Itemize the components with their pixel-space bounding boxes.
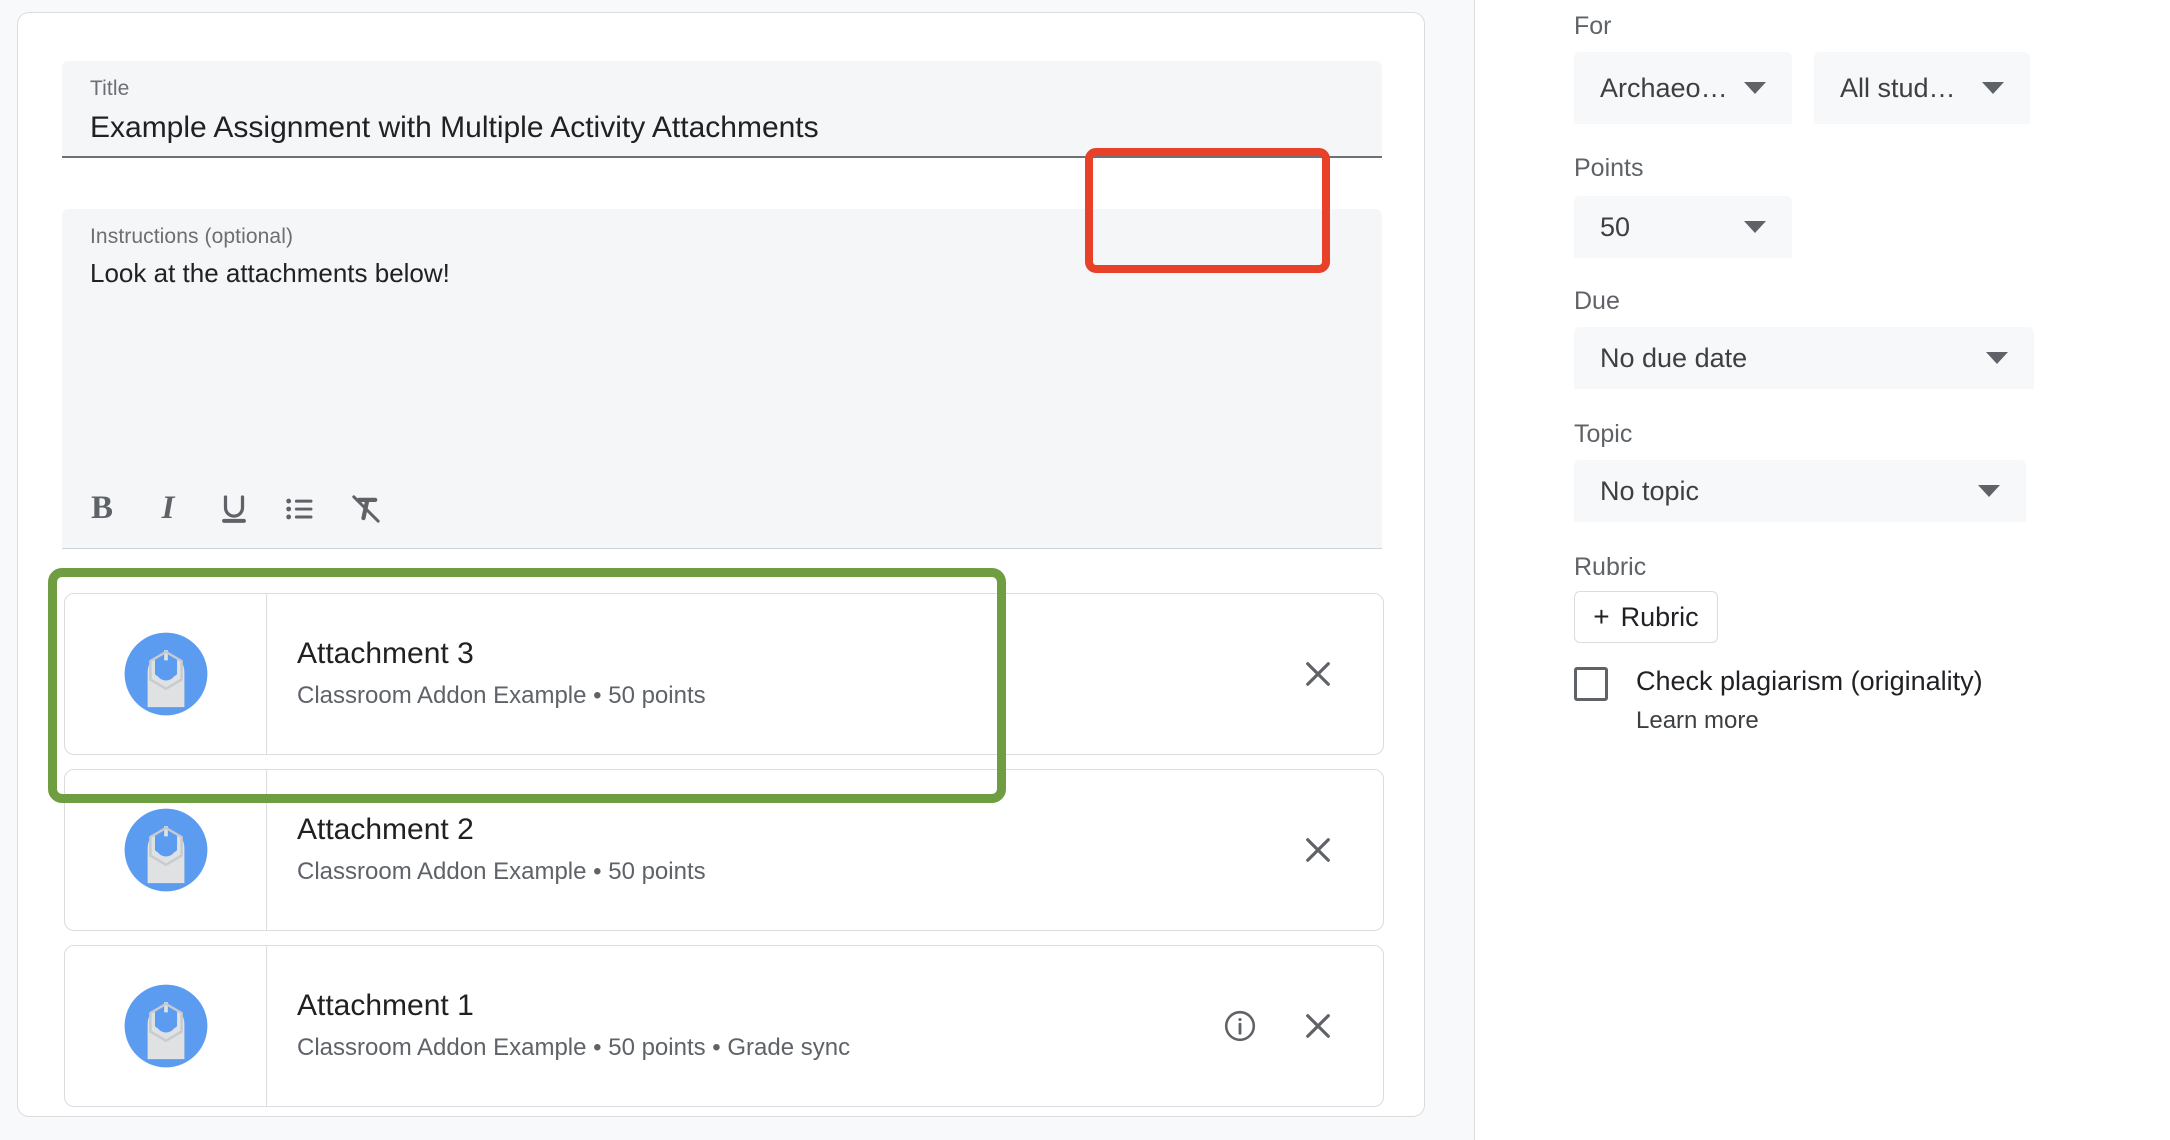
instructions-field[interactable]: Instructions (optional) Look at the atta… (62, 209, 1382, 469)
due-date-select[interactable]: No due date (1574, 327, 2034, 389)
assignment-form-card: Title Example Assignment with Multiple A… (17, 12, 1425, 1117)
course-select[interactable]: Archaeology … (1574, 52, 1792, 124)
attachment-card[interactable]: Attachment 1 Classroom Addon Example • 5… (64, 945, 1384, 1107)
attachment-thumbnail (65, 946, 267, 1106)
attachment-subtitle: Classroom Addon Example • 50 points (297, 681, 706, 709)
attachment-title: Attachment 1 (297, 989, 474, 1023)
attachment-subtitle: Classroom Addon Example • 50 points (297, 857, 706, 885)
chevron-down-icon (1982, 82, 2004, 94)
underline-icon[interactable] (206, 481, 262, 537)
topic-label: Topic (1574, 420, 1633, 448)
attachment-actions (1291, 770, 1383, 930)
assignment-editor-screen: Title Example Assignment with Multiple A… (0, 0, 2170, 1140)
classroom-addon-icon (124, 984, 207, 1068)
attachment-card[interactable]: Attachment 3 Classroom Addon Example • 5… (64, 593, 1384, 755)
check-plagiarism-label: Check plagiarism (originality) (1636, 666, 1983, 696)
title-label: Title (90, 77, 130, 100)
assignment-left-pane: Title Example Assignment with Multiple A… (0, 0, 1474, 1140)
attachment-title: Attachment 3 (297, 637, 474, 671)
attachment-info: Attachment 1 Classroom Addon Example • 5… (267, 946, 1213, 1106)
formatting-toolbar: B I (62, 469, 1382, 549)
attachment-card[interactable]: Attachment 2 Classroom Addon Example • 5… (64, 769, 1384, 931)
chevron-down-icon (1744, 221, 1766, 233)
attachment-actions (1291, 594, 1383, 754)
attachment-thumbnail (65, 770, 267, 930)
points-label: Points (1574, 154, 1644, 182)
for-label: For (1574, 12, 1612, 40)
attachment-info-icon[interactable] (1213, 999, 1267, 1053)
rubric-label: Rubric (1574, 553, 1647, 581)
topic-select-value: No topic (1600, 475, 1700, 506)
course-select-value: Archaeology … (1600, 72, 1730, 103)
attachment-list: Attachment 3 Classroom Addon Example • 5… (64, 593, 1384, 1107)
title-input[interactable]: Example Assignment with Multiple Activit… (90, 106, 1354, 150)
chevron-down-icon (1986, 352, 2008, 364)
remove-attachment-close-icon[interactable] (1291, 823, 1345, 877)
points-select[interactable]: 50 (1574, 196, 1792, 258)
plus-icon: + (1593, 601, 1610, 632)
bulleted-list-icon[interactable] (272, 481, 328, 537)
classroom-addon-icon (124, 808, 207, 892)
remove-attachment-close-icon[interactable] (1291, 647, 1345, 701)
points-select-value: 50 (1600, 211, 1631, 242)
topic-select[interactable]: No topic (1574, 460, 2026, 522)
attachment-thumbnail (65, 594, 267, 754)
audience-select[interactable]: All students (1814, 52, 2030, 124)
due-label: Due (1574, 287, 1620, 315)
classroom-addon-icon (124, 632, 207, 716)
plagiarism-texts: Check plagiarism (originality) Learn mor… (1636, 664, 1983, 736)
add-rubric-button[interactable]: + Rubric (1574, 591, 1718, 643)
instructions-input[interactable]: Look at the attachments below! (90, 255, 1354, 293)
attachment-title: Attachment 2 (297, 813, 474, 847)
attachment-info: Attachment 2 Classroom Addon Example • 5… (267, 770, 1291, 930)
due-date-select-value: No due date (1600, 342, 1748, 373)
assignment-settings-sidebar: For Archaeology … All students Points 50… (1475, 0, 2170, 1140)
remove-attachment-close-icon[interactable] (1291, 999, 1345, 1053)
add-rubric-button-label: Rubric (1620, 601, 1699, 632)
learn-more-link[interactable]: Learn more (1636, 705, 1983, 736)
italic-icon[interactable]: I (140, 481, 196, 537)
attachment-subtitle: Classroom Addon Example • 50 points • Gr… (297, 1033, 851, 1061)
chevron-down-icon (1744, 82, 1766, 94)
plagiarism-row: Check plagiarism (originality) Learn mor… (1574, 664, 1983, 736)
bold-icon[interactable]: B (74, 481, 130, 537)
clear-formatting-icon[interactable] (338, 481, 394, 537)
title-field[interactable]: Title Example Assignment with Multiple A… (62, 61, 1382, 158)
chevron-down-icon (1978, 485, 2000, 497)
attachment-info: Attachment 3 Classroom Addon Example • 5… (267, 594, 1291, 754)
audience-select-value: All students (1840, 72, 1968, 103)
check-plagiarism-checkbox[interactable] (1574, 667, 1608, 701)
attachment-actions (1213, 946, 1383, 1106)
instructions-label: Instructions (optional) (90, 225, 294, 248)
